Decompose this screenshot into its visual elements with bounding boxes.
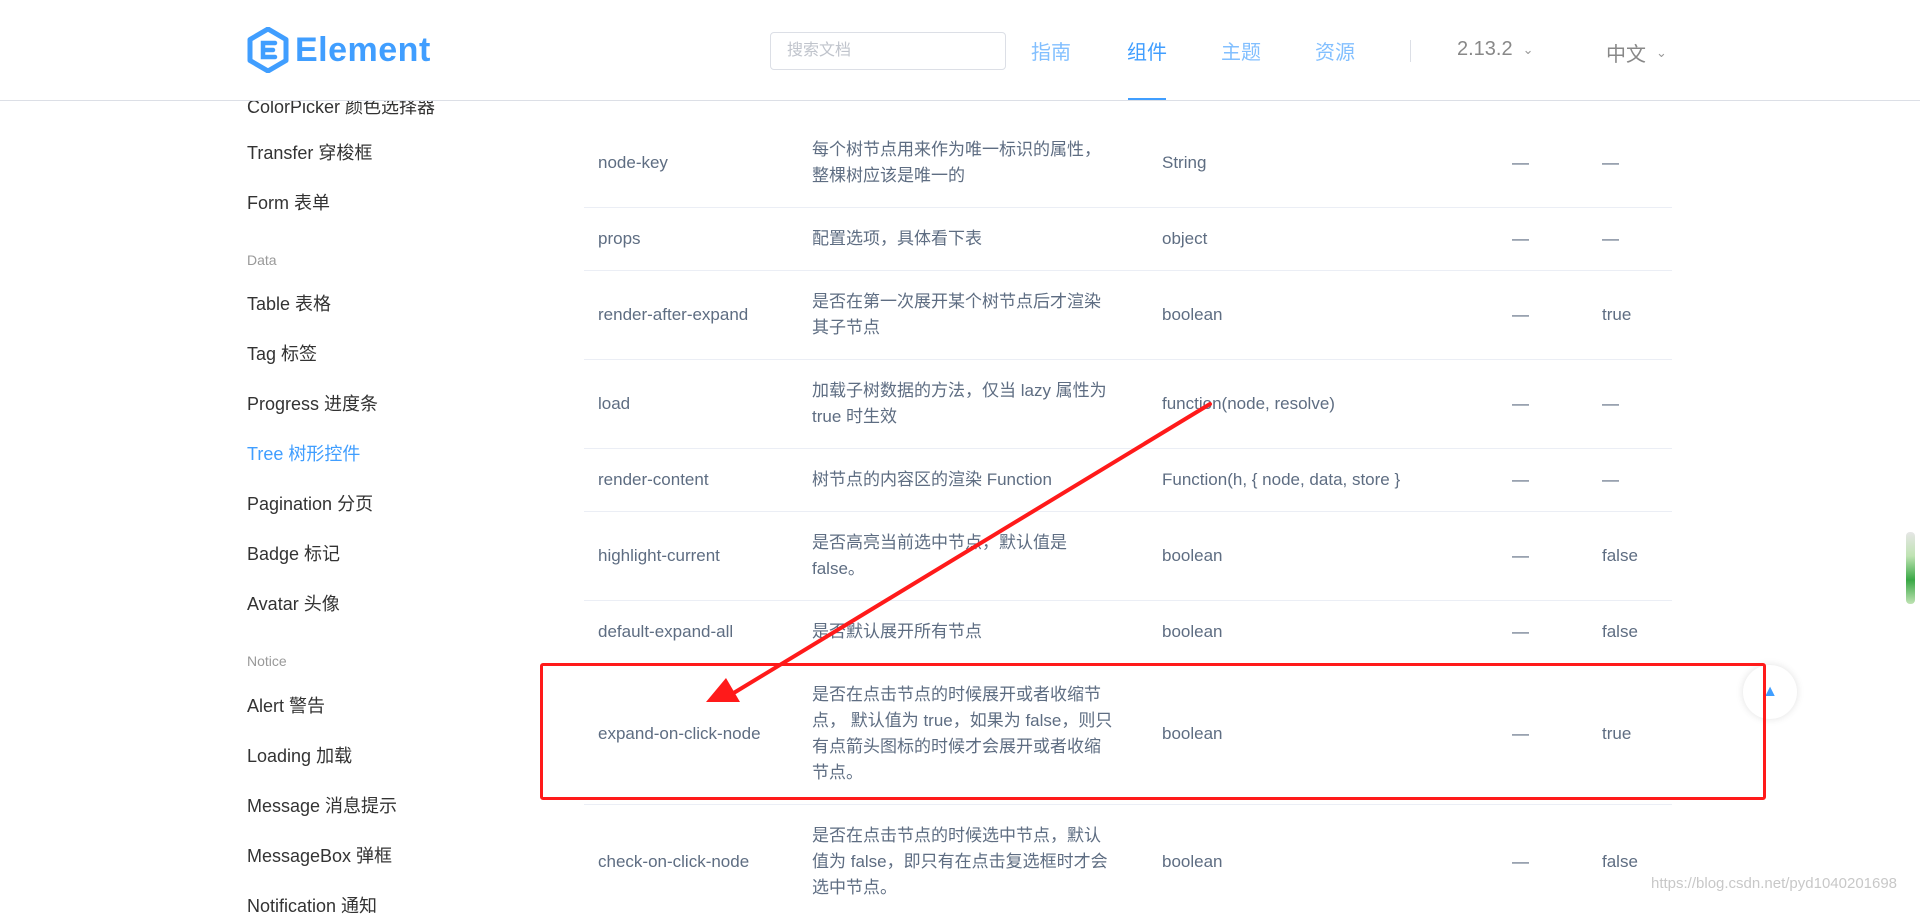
version-label: 2.13.2 [1457,38,1513,60]
param-cell: render-content [598,470,709,489]
param-cell: props [598,229,641,248]
default-cell: false [1602,622,1638,641]
desc-cell: 每个树节点用来作为唯一标识的属性， 整棵树应该是唯一的 [812,118,1134,207]
default-cell: — [1602,394,1619,413]
nav-guide[interactable]: 指南 [1031,36,1071,65]
table-row: render-after-expand 是否在第一次展开某个树节点后才渲染 其子节… [584,271,1672,360]
sidebar-group-notice: Notice [247,653,287,669]
desc-cell: 是否在第一次展开某个树节点后才渲染 其子节点 [812,271,1134,359]
param-cell: check-on-click-node [598,852,750,871]
table-row: render-content 树节点的内容区的渲染 Function Funct… [584,449,1672,512]
search-input[interactable]: 搜索文档 [770,32,1006,70]
sidebar-group-data: Data [247,252,277,268]
type-cell: function(node, resolve) [1162,394,1335,413]
version-dropdown[interactable]: 2.13.2 ⌄ [1457,38,1534,61]
options-cell: — [1512,152,1529,172]
param-cell: render-after-expand [598,305,749,324]
element-logo[interactable]: Element [247,26,431,74]
type-cell: boolean [1162,852,1223,871]
param-cell: node-key [598,152,668,172]
options-cell: — [1512,622,1529,641]
default-cell: — [1602,152,1619,172]
type-cell: boolean [1162,546,1223,565]
desc-cell: 树节点的内容区的渲染 Function [812,470,1052,489]
sidebar-item-badge[interactable]: Badge 标记 [247,540,340,566]
desc-line: false。 [812,559,865,578]
sidebar-item-progress[interactable]: Progress 进度条 [247,390,378,416]
sidebar-item-avatar[interactable]: Avatar 头像 [247,590,340,616]
desc-line: 是否在点击节点的时候选中节点，默认 [812,826,1101,845]
nav-divider [1410,40,1411,62]
table-row: props 配置选项，具体看下表 object — — [584,208,1672,271]
top-header: Element 搜索文档 指南 组件 主题 资源 2.13.2 ⌄ 中文 ⌄ [0,0,1920,101]
type-cell: boolean [1162,305,1223,324]
table-row: check-on-click-node 是否在点击节点的时候选中节点，默认 值为 … [584,805,1672,919]
desc-cell: 是否高亮当前选中节点，默认值是 false。 [812,512,1134,600]
sidebar-item-alert[interactable]: Alert 警告 [247,692,325,718]
chevron-down-icon: ⌄ [1656,44,1667,60]
watermark-text: https://blog.csdn.net/pyd1040201698 [1651,875,1898,892]
sidebar-item-form[interactable]: Form 表单 [247,189,330,215]
sidebar-item-messagebox[interactable]: MessageBox 弹框 [247,842,392,868]
options-cell: — [1512,852,1529,871]
scroll-indicator [1906,532,1915,604]
chevron-down-icon: ⌄ [1522,41,1534,57]
type-cell: object [1162,229,1208,248]
table-row: highlight-current 是否高亮当前选中节点，默认值是 false。 … [584,512,1672,601]
options-cell: — [1512,305,1529,324]
desc-line: 值为 false，即只有在点击复选框时才会 [812,852,1108,871]
desc-line: 整棵树应该是唯一的 [812,165,965,185]
type-cell: String [1162,152,1207,172]
desc-cell: 是否默认展开所有节点 [812,622,982,641]
table-row: load 加载子树数据的方法，仅当 lazy 属性为 true 时生效 funct… [584,360,1672,449]
options-cell: — [1512,546,1529,565]
param-cell: highlight-current [598,546,720,565]
desc-line: 选中节点。 [812,878,897,897]
param-cell: default-expand-all [598,622,734,641]
sidebar-item-loading[interactable]: Loading 加载 [247,742,352,768]
sidebar-item-tree[interactable]: Tree 树形控件 [247,440,360,466]
desc-line: 是否高亮当前选中节点，默认值是 [812,533,1067,552]
language-label: 中文 [1606,44,1646,66]
desc-line: 加载子树数据的方法，仅当 lazy 属性为 [812,381,1107,400]
desc-line: true 时生效 [812,407,898,426]
sidebar-item-notification[interactable]: Notification 通知 [247,892,377,918]
annotation-highlight-box [540,663,1766,800]
desc-line: 其子节点 [812,318,880,337]
nav-theme[interactable]: 主题 [1221,36,1261,65]
logo-text: Element [295,30,431,69]
table-row: node-key 每个树节点用来作为唯一标识的属性， 整棵树应该是唯一的 Stri… [584,118,1672,208]
sidebar-item-pagination[interactable]: Pagination 分页 [247,490,373,516]
options-cell: — [1512,470,1529,489]
sidebar-item-table[interactable]: Table 表格 [247,290,331,316]
sidebar-item-tag[interactable]: Tag 标签 [247,340,317,366]
element-logo-icon [247,27,289,73]
language-dropdown[interactable]: 中文 ⌄ [1606,38,1667,67]
default-cell: — [1602,229,1619,248]
default-cell: false [1602,546,1638,565]
nav-resource[interactable]: 资源 [1315,36,1355,65]
nav-component[interactable]: 组件 [1127,36,1167,65]
default-cell: true [1602,305,1632,324]
active-nav-underline [1128,98,1166,100]
default-cell: false [1602,852,1638,871]
param-cell: load [598,394,631,413]
desc-cell: 加载子树数据的方法，仅当 lazy 属性为 true 时生效 [812,360,1134,448]
desc-line: 每个树节点用来作为唯一标识的属性， [812,139,1101,159]
type-cell: Function(h, { node, data, store } [1162,470,1401,489]
type-cell: boolean [1162,622,1223,641]
sidebar-item-message[interactable]: Message 消息提示 [247,792,397,818]
sidebar-item-transfer[interactable]: Transfer 穿梭框 [247,139,372,165]
options-cell: — [1512,394,1529,413]
default-cell: — [1602,470,1619,489]
desc-line: 是否在第一次展开某个树节点后才渲染 [812,292,1101,311]
desc-cell: 是否在点击节点的时候选中节点，默认 值为 false，即只有在点击复选框时才会 选中… [812,805,1134,919]
desc-cell: 配置选项，具体看下表 [812,229,982,248]
table-row: default-expand-all 是否默认展开所有节点 boolean — … [584,601,1672,664]
options-cell: — [1512,229,1529,248]
